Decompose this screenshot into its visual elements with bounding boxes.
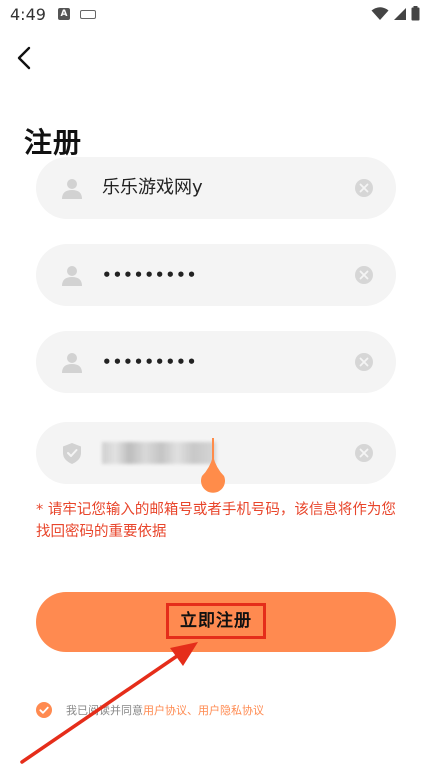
- cursor-handle-icon[interactable]: [200, 456, 226, 494]
- status-time: 4:49: [10, 5, 46, 24]
- clear-icon[interactable]: [354, 265, 374, 285]
- page-title: 注册: [24, 126, 83, 159]
- user-icon: [62, 266, 82, 286]
- status-bar: 4:49 A: [0, 0, 432, 30]
- hint-text: * 请牢记您输入的邮箱号或者手机号码，该信息将作为您找回密码的重要依据: [36, 502, 396, 540]
- user-agreement-link[interactable]: 用户协议: [143, 702, 187, 718]
- wifi-icon: [371, 6, 389, 20]
- email-phone-input[interactable]: [102, 442, 216, 464]
- cellular-signal-icon: [394, 7, 406, 20]
- keyboard-icon: [80, 10, 96, 19]
- shield-icon: [63, 443, 81, 464]
- username-input[interactable]: 乐乐游戏网y: [102, 157, 203, 219]
- agreement-prefix: 我已阅读并同意: [66, 704, 143, 717]
- status-indicators: [371, 6, 420, 21]
- password-input[interactable]: •••••••••: [102, 244, 197, 306]
- back-button[interactable]: [12, 44, 40, 72]
- agreement-row: 我已阅读并同意 用户协议 、 用户隐私协议: [36, 701, 264, 719]
- clear-icon[interactable]: [354, 352, 374, 372]
- agreement-checkbox[interactable]: [36, 702, 52, 718]
- battery-icon: [411, 6, 420, 21]
- password-field[interactable]: •••••••••: [36, 244, 396, 306]
- agreement-separator: 、: [187, 704, 198, 717]
- user-icon: [62, 353, 82, 373]
- privacy-agreement-link[interactable]: 用户隐私协议: [198, 702, 264, 718]
- check-icon: [39, 706, 49, 714]
- confirm-password-input[interactable]: •••••••••: [102, 331, 197, 393]
- email-phone-field[interactable]: [36, 422, 396, 493]
- input-method-icon: A: [58, 8, 70, 20]
- clear-icon[interactable]: [354, 443, 374, 463]
- username-field[interactable]: 乐乐游戏网y: [36, 157, 396, 219]
- clear-icon[interactable]: [354, 178, 374, 198]
- user-icon: [62, 179, 82, 199]
- back-arrow-icon: [17, 46, 31, 70]
- confirm-password-field[interactable]: •••••••••: [36, 331, 396, 393]
- register-button[interactable]: 立即注册: [36, 592, 396, 652]
- register-button-label: 立即注册: [166, 603, 266, 639]
